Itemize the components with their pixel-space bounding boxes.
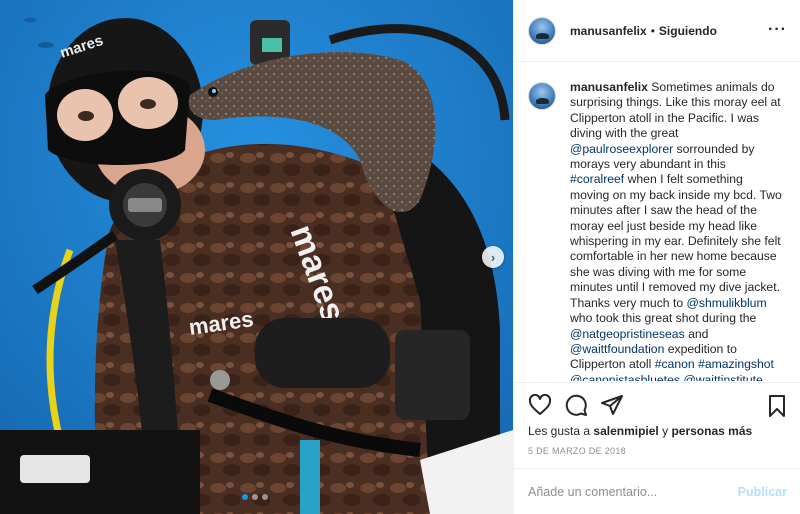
caption-link[interactable]: @shmulikblum (687, 296, 767, 310)
carousel-dot (252, 494, 258, 500)
liker-username[interactable]: salenmipiel (593, 424, 658, 438)
comment-input[interactable] (528, 484, 738, 499)
caption-comment: manusanfelix Sometimes animals do surpri… (528, 80, 787, 381)
caption-segment: when I felt something moving on my back … (570, 172, 782, 310)
caption-author-avatar[interactable] (528, 82, 556, 110)
likes-join: y (662, 424, 669, 438)
post-header: manusanfelix • Siguiendo ··· (514, 0, 800, 62)
author-avatar[interactable] (528, 16, 556, 45)
diver-with-moray-eel-image: mares mares mares (0, 0, 513, 514)
bookmark-icon[interactable] (765, 394, 789, 418)
likes-prefix: Les gusta a (528, 424, 591, 438)
share-icon[interactable] (600, 393, 624, 417)
carousel-dot (242, 494, 248, 500)
caption-link[interactable]: #canon (655, 357, 695, 371)
post-date: 5 DE MARZO DE 2018 (528, 446, 626, 456)
likes-summary: Les gusta a salenmipiel y personas más (528, 424, 752, 438)
header-separator: • (650, 23, 655, 38)
likes-others-link[interactable]: personas más (671, 424, 752, 438)
comment-icon[interactable] (564, 393, 588, 417)
caption-link[interactable]: @canonistasbluetes (570, 373, 680, 381)
caption-text: manusanfelix Sometimes animals do surpri… (570, 80, 782, 381)
post-side-panel: manusanfelix • Siguiendo ··· manusanfeli… (513, 0, 800, 514)
heart-icon[interactable] (528, 393, 552, 417)
caption-link[interactable]: #coralreef (570, 172, 624, 186)
publish-button[interactable]: Publicar (738, 485, 787, 499)
caption-link[interactable]: @waittfoundation (570, 342, 664, 356)
comments-section[interactable]: manusanfelix Sometimes animals do surpri… (514, 63, 800, 381)
add-comment-form: Publicar (514, 468, 800, 514)
caption-link[interactable]: #amazingshot (698, 357, 774, 371)
carousel-indicator (242, 494, 268, 500)
follow-status-button[interactable]: Siguiendo (659, 24, 717, 38)
caption-link[interactable]: @natgeopristineseas (570, 327, 685, 341)
caption-segment: who took this great shot during the (570, 311, 757, 326)
caption-link[interactable]: @waittinstitute (683, 373, 762, 381)
chevron-right-icon: › (490, 249, 496, 265)
post-actions-bar (514, 382, 800, 426)
post-photo[interactable]: mares mares mares › (0, 0, 513, 514)
caption-link[interactable]: @paulroseexplorer (570, 142, 673, 156)
carousel-next-button[interactable]: › (482, 246, 504, 268)
caption-username[interactable]: manusanfelix (570, 80, 648, 94)
caption-segment: and (684, 326, 709, 341)
carousel-dot (262, 494, 268, 500)
more-horizontal-icon[interactable]: ··· (768, 22, 787, 38)
author-username[interactable]: manusanfelix (570, 24, 647, 38)
